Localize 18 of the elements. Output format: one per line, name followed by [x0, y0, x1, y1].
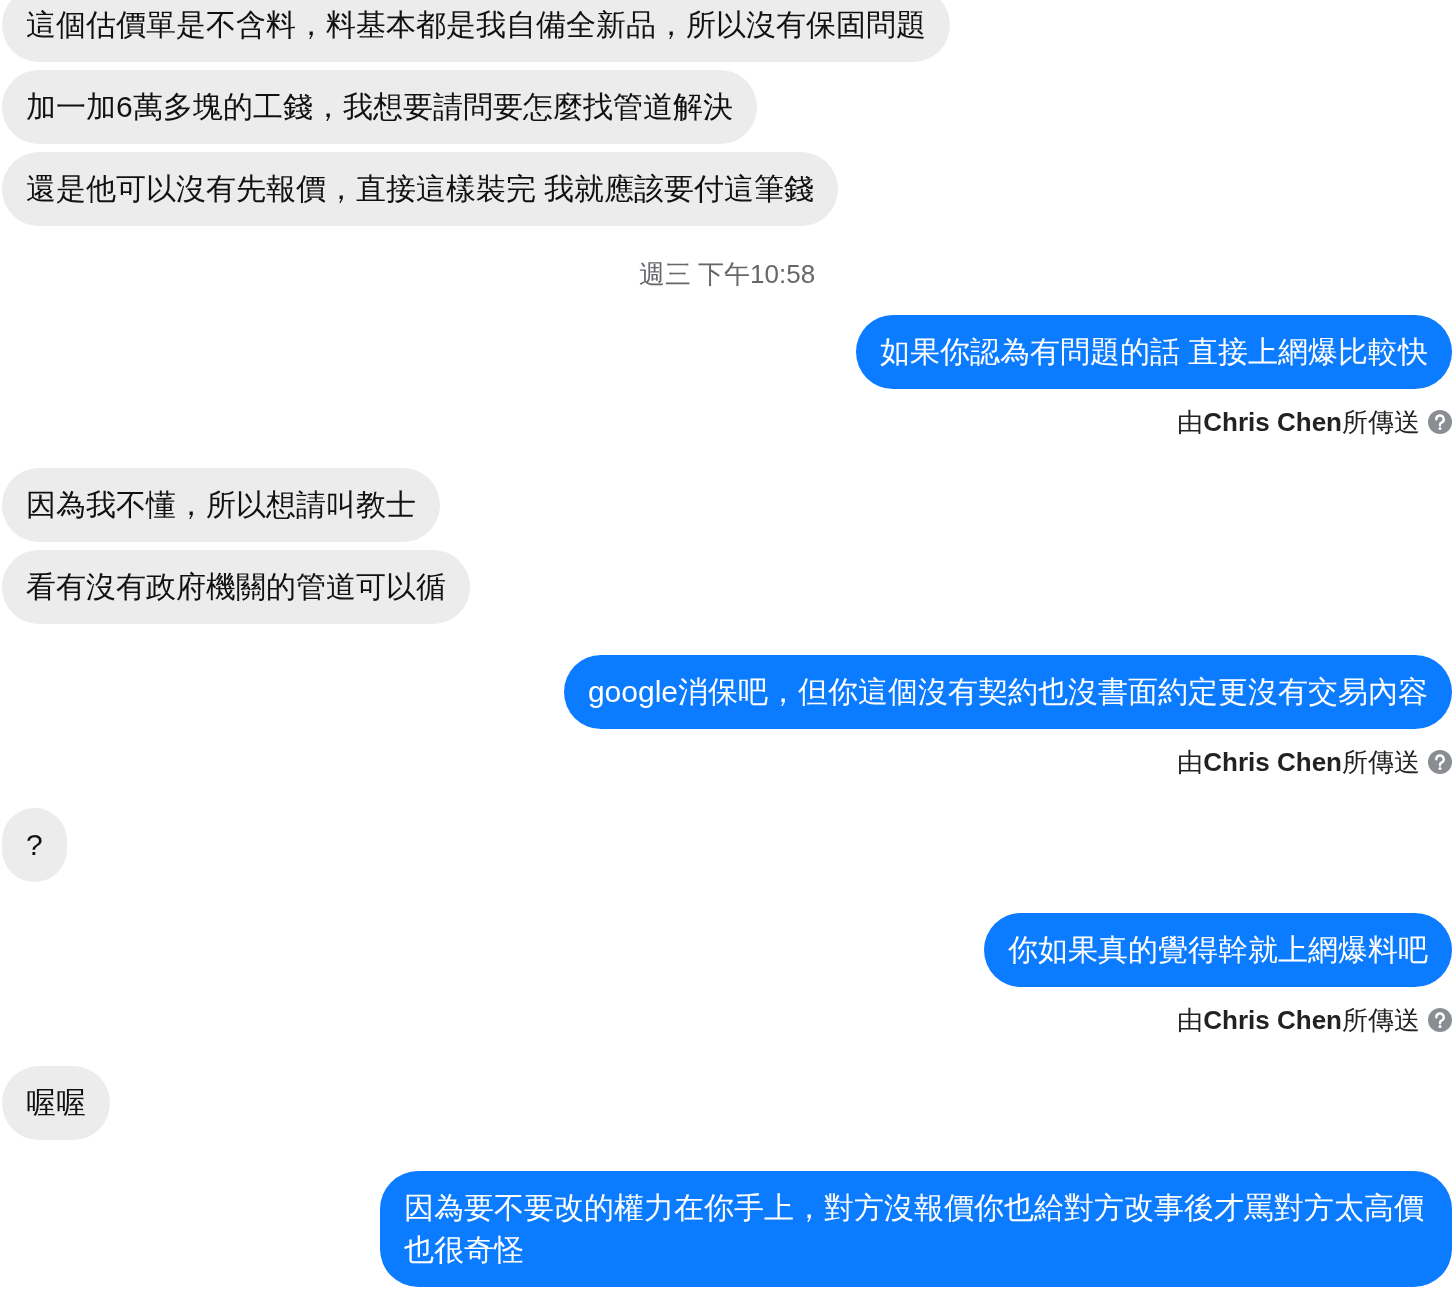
- message-bubble: 看有沒有政府機關的管道可以循: [2, 550, 470, 624]
- sender-note: 由Chris Chen所傳送: [1177, 747, 1420, 777]
- help-icon[interactable]: [1428, 1008, 1452, 1032]
- timestamp: 週三 下午10:58: [638, 258, 816, 291]
- help-icon[interactable]: [1428, 750, 1452, 774]
- message-bubble: 加一加6萬多塊的工錢，我想要請問要怎麼找管道解決: [2, 70, 757, 144]
- message-bubble: 這個估價單是不含料，料基本都是我自備全新品，所以沒有保固問題: [2, 0, 950, 62]
- help-icon[interactable]: [1428, 410, 1452, 434]
- message-bubble: ?: [2, 808, 67, 882]
- message-bubble: 你如果真的覺得幹就上網爆料吧: [984, 913, 1452, 987]
- message-bubble: 如果你認為有問題的話 直接上網爆比較快: [855, 315, 1452, 389]
- message-bubble: 因為要不要改的權力在你手上，對方沒報價你也給對方改事後才罵對方太高價也很奇怪: [380, 1171, 1452, 1287]
- message-bubble: 還是他可以沒有先報價，直接這樣裝完 我就應該要付這筆錢: [2, 152, 839, 226]
- message-bubble: 喔喔: [2, 1066, 110, 1140]
- message-bubble: google消保吧，但你這個沒有契約也沒書面約定更沒有交易內容: [563, 655, 1452, 729]
- sender-note: 由Chris Chen所傳送: [1177, 1005, 1420, 1035]
- message-bubble: 因為我不懂，所以想請叫教士: [2, 468, 440, 542]
- sender-note: 由Chris Chen所傳送: [1177, 407, 1420, 437]
